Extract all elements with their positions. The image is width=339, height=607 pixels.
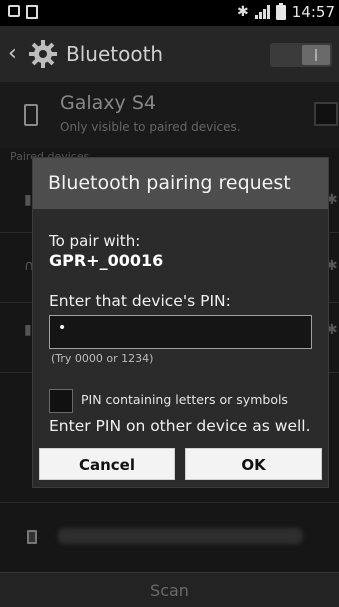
pin-hint: (Try 0000 or 1234): [51, 352, 154, 365]
my-device-row[interactable]: Galaxy S4 Only visible to paired devices…: [0, 82, 339, 148]
device-icon: ▮: [24, 192, 32, 208]
status-time: 14:57: [291, 3, 335, 21]
blurred-device-name: [58, 528, 303, 544]
scan-label: Scan: [150, 581, 189, 600]
phone-icon: [24, 104, 38, 126]
visibility-checkbox[interactable]: [314, 102, 338, 126]
toggle-knob: [302, 45, 330, 65]
letters-symbols-checkbox[interactable]: [49, 389, 73, 413]
status-right: ✱ 14:57: [237, 2, 335, 21]
other-device-note: Enter PIN on other device as well.: [49, 417, 311, 435]
my-device-visibility: Only visible to paired devices.: [60, 120, 241, 134]
status-left: [8, 5, 38, 19]
remote-device-id: GPR+_00016: [49, 251, 164, 270]
divider: [0, 502, 339, 503]
dialog-title: Bluetooth pairing request: [48, 172, 291, 194]
device-icon: [27, 530, 37, 544]
download-icon: [26, 5, 38, 19]
screenshot-icon: [8, 5, 20, 17]
cancel-button[interactable]: Cancel: [39, 448, 175, 480]
status-bar: ✱ 14:57: [0, 0, 339, 26]
dialog-title-bar: Bluetooth pairing request: [33, 158, 328, 209]
bluetooth-toggle[interactable]: [270, 43, 332, 67]
letters-symbols-label[interactable]: PIN containing letters or symbols: [81, 392, 288, 407]
my-device-name: Galaxy S4: [60, 92, 156, 114]
device-icon: ▮: [24, 322, 32, 338]
page-title: Bluetooth: [66, 42, 164, 66]
back-icon[interactable]: ‹: [8, 43, 17, 65]
scan-button[interactable]: Scan: [0, 572, 339, 607]
gear-icon[interactable]: [27, 38, 59, 70]
ok-button[interactable]: OK: [185, 448, 322, 480]
signal-icon: [254, 5, 270, 19]
pairing-dialog: Bluetooth pairing request To pair with: …: [32, 157, 329, 488]
bluetooth-icon: ✱: [237, 4, 249, 20]
battery-icon: [275, 2, 286, 20]
pin-prompt: Enter that device's PIN:: [49, 292, 231, 310]
pair-with-label: To pair with:: [49, 232, 141, 250]
action-bar: ‹ Bluetooth: [0, 26, 339, 82]
pin-input[interactable]: •: [49, 315, 312, 349]
